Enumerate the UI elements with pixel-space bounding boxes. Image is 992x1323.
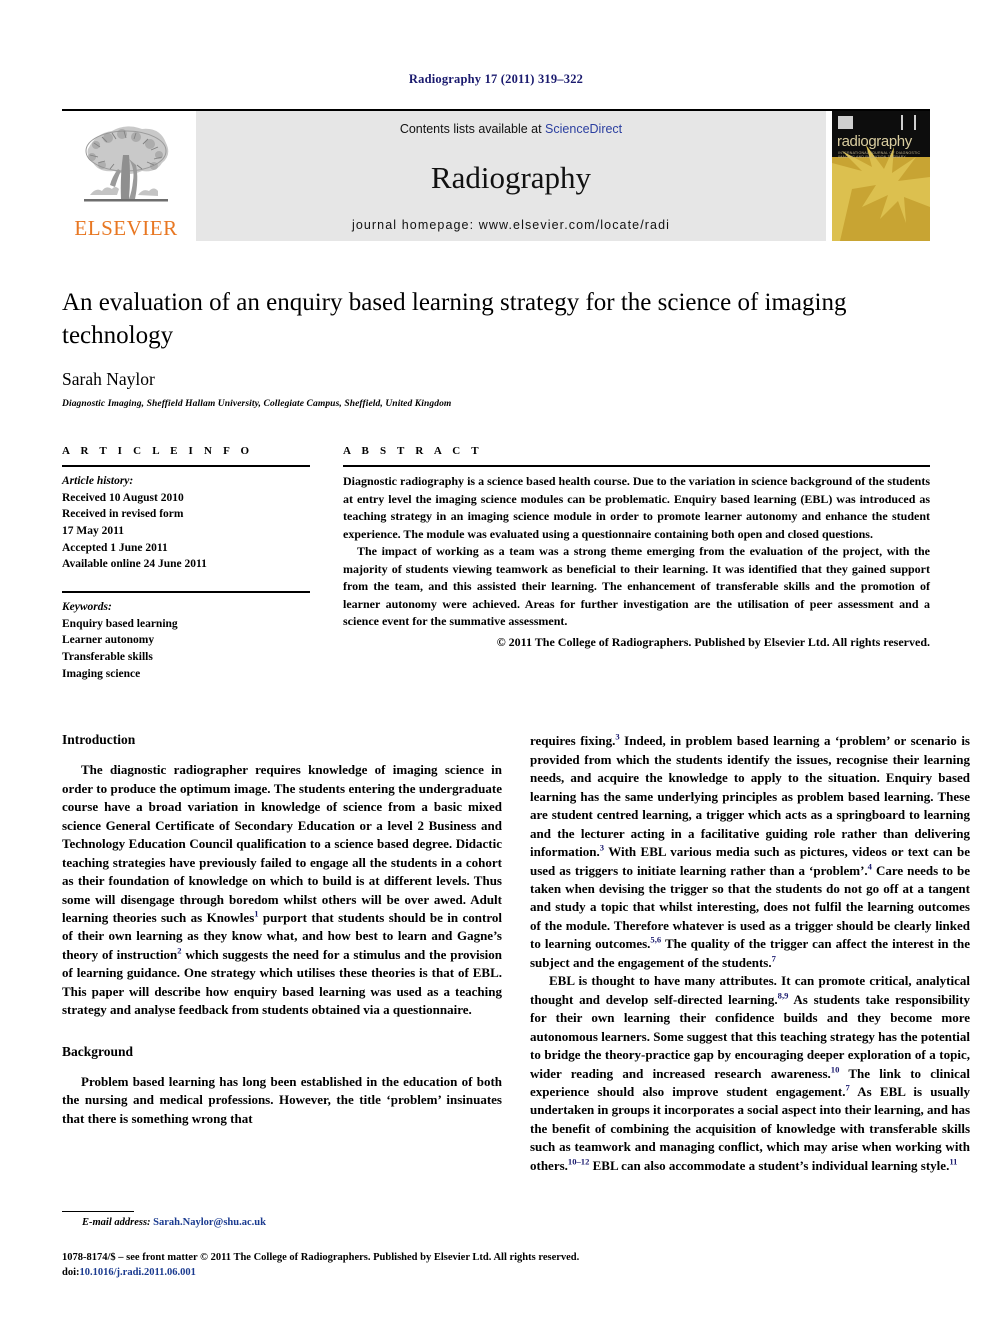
article-history-item: Received in revised form — [62, 508, 184, 521]
article-page: Radiography 17 (2011) 319–322 ELSEVIER C… — [0, 0, 992, 1323]
cover-journal-subtitle: INTERNATIONAL JOURNAL OF DIAGNOSTIC IMAG… — [838, 151, 921, 159]
elsevier-tree-icon — [84, 126, 169, 202]
article-history-item: Received 10 August 2010 — [62, 491, 184, 504]
sciencedirect-link[interactable]: ScienceDirect — [545, 122, 622, 136]
section-heading-introduction: Introduction — [62, 732, 136, 748]
info-abstract-region: A R T I C L E I N F O Article history: R… — [62, 445, 930, 682]
keyword-item: Imaging science — [62, 667, 141, 680]
keywords-label: Keywords: — [62, 601, 112, 614]
paragraph-ebl-attributes: EBL is thought to have many attributes. … — [530, 972, 970, 1175]
contents-prefix: Contents lists available at — [399, 122, 546, 136]
journal-masthead: ELSEVIER Contents lists available at Sci… — [62, 111, 930, 241]
cover-publisher-mark-icon — [838, 116, 853, 129]
abstract-rule — [343, 465, 930, 467]
keyword-item: Transferable skills — [62, 651, 153, 664]
journal-title: Radiography — [430, 159, 592, 195]
contents-list-line: Contents lists available at ScienceDirec… — [400, 122, 622, 136]
body-column-left: Introduction The diagnostic radiographer… — [62, 732, 502, 1175]
doi-label: doi: — [62, 1267, 80, 1279]
citation-ref[interactable]: 8,9 — [778, 990, 789, 1000]
article-history-label: Article history: — [62, 475, 134, 487]
journal-homepage-line[interactable]: journal homepage: www.elsevier.com/locat… — [352, 218, 670, 232]
article-history-item: 17 May 2011 — [62, 525, 124, 538]
email-value[interactable]: Sarah.Naylor@shu.ac.uk — [153, 1217, 266, 1228]
paragraph-text: The diagnostic radiographer requires kno… — [62, 762, 502, 926]
cover-society-mark-icon — [901, 115, 916, 130]
citation-ref[interactable]: 7 — [772, 954, 776, 964]
elsevier-wordmark: ELSEVIER — [74, 216, 178, 240]
keyword-item: Enquiry based learning — [62, 617, 178, 630]
citation-ref[interactable]: 11 — [949, 1156, 957, 1166]
section-heading-background: Background — [62, 1043, 134, 1059]
abstract-copyright: © 2011 The College of Radiographers. Pub… — [496, 634, 930, 649]
email-label: E-mail address: — [82, 1216, 151, 1228]
paragraph-text: Indeed, in problem based learning a ‘pro… — [530, 733, 970, 860]
running-head: Radiography 17 (2011) 319–322 — [408, 72, 584, 86]
paragraph-introduction: The diagnostic radiographer requires kno… — [62, 761, 502, 1019]
abstract-column: A B S T R A C T Diagnostic radiography i… — [343, 445, 930, 682]
page-footer: E-mail address: Sarah.Naylor@shu.ac.uk 1… — [62, 1210, 579, 1282]
footnote-rule — [62, 1210, 134, 1212]
paragraph-background-continued: requires fixing.3 Indeed, in problem bas… — [530, 732, 970, 972]
journal-banner: Contents lists available at ScienceDirec… — [196, 111, 826, 241]
article-info-column: A R T I C L E I N F O Article history: R… — [62, 445, 310, 682]
elsevier-logo: ELSEVIER — [62, 111, 190, 241]
article-info-rule — [62, 465, 310, 467]
keywords-rule — [62, 591, 310, 594]
article-history-item: Available online 24 June 2011 — [62, 558, 207, 571]
citation-ref[interactable]: 5,6 — [650, 935, 661, 945]
journal-cover-thumbnail: radiography INTERNATIONAL JOURNAL OF DIA… — [832, 111, 930, 241]
abstract-paragraph: Diagnostic radiography is a science base… — [343, 474, 930, 541]
citation-ref[interactable]: 10–12 — [568, 1156, 589, 1166]
paragraph-text: EBL can also accommodate a student’s ind… — [589, 1157, 950, 1173]
page-title: An evaluation of an enquiry based learni… — [62, 289, 847, 349]
keyword-item: Learner autonomy — [62, 634, 155, 647]
body-column-right: requires fixing.3 Indeed, in problem bas… — [530, 732, 970, 1175]
doi-value[interactable]: 10.1016/j.radi.2011.06.001 — [80, 1267, 196, 1278]
author-affiliation: Diagnostic Imaging, Sheffield Hallam Uni… — [62, 399, 452, 409]
article-history-item: Accepted 1 June 2011 — [62, 541, 168, 554]
cover-starburst-icon — [832, 145, 930, 241]
author-name: Sarah Naylor — [62, 369, 155, 389]
paragraph-text: requires fixing. — [530, 733, 616, 749]
corresponding-email: E-mail address: Sarah.Naylor@shu.ac.uk — [62, 1217, 502, 1228]
title-block: An evaluation of an enquiry based learni… — [62, 241, 930, 409]
doi-line: doi:10.1016/j.radi.2011.06.001 — [62, 1265, 622, 1281]
article-info-heading: A R T I C L E I N F O — [62, 445, 254, 457]
abstract-heading: A B S T R A C T — [343, 445, 483, 457]
body-columns: Introduction The diagnostic radiographer… — [62, 732, 970, 1175]
issn-copyright-block: 1078-8174/$ – see front matter © 2011 Th… — [62, 1250, 622, 1282]
issn-line: 1078-8174/$ – see front matter © 2011 Th… — [62, 1251, 580, 1263]
abstract-paragraph: The impact of working as a team was a st… — [343, 544, 930, 629]
cover-journal-title: radiography — [837, 133, 912, 150]
paragraph-background: Problem based learning has long been est… — [62, 1073, 502, 1126]
